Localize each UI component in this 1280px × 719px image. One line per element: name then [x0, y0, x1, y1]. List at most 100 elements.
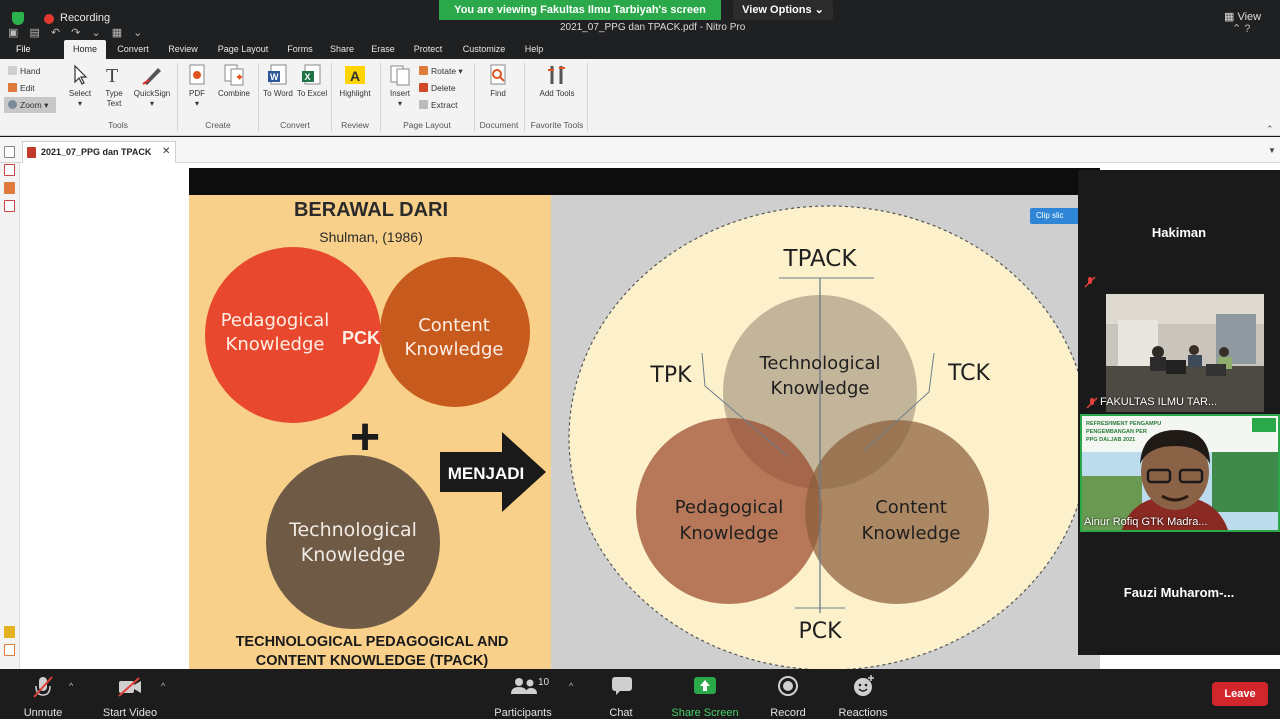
speaker-video-image: REFRESHMENT PENGAMPU PENGEMBANGAN PER PP… — [1082, 416, 1278, 530]
reactions-icon[interactable] — [852, 674, 876, 698]
left-pck-label: PCK — [342, 328, 380, 348]
record-button[interactable]: Record — [764, 707, 812, 719]
left-side-panel — [0, 146, 20, 669]
excel-icon: X — [301, 64, 323, 86]
bookmarks-panel-icon[interactable] — [4, 164, 15, 176]
participants-caret-icon[interactable]: ^ — [569, 681, 573, 691]
rotate-button[interactable]: Rotate ▾ — [419, 66, 463, 77]
left-content-line2: Knowledge — [405, 339, 504, 360]
type-text-button[interactable]: T Type Text — [100, 64, 128, 109]
tab-share[interactable]: Share — [326, 40, 358, 59]
select-label: Select — [68, 89, 92, 98]
rotate-label: Rotate — [431, 66, 457, 76]
video-off-icon[interactable] — [117, 677, 143, 697]
share-screen-icon[interactable] — [693, 676, 717, 696]
share-screen-button[interactable]: Share Screen — [667, 707, 743, 719]
window-controls[interactable]: ⌃ ? — [1232, 22, 1250, 35]
insert-page-icon — [389, 64, 411, 86]
tab-forms[interactable]: Forms — [283, 40, 317, 59]
right-content-line2: Knowledge — [862, 523, 961, 544]
quick-access-toolbar[interactable]: ▣ ▤ ↶ ↷ ⌄ ▦ ⌄ — [8, 26, 146, 39]
ribbon-separator — [380, 63, 381, 131]
view-options-button[interactable]: View Options ⌄ — [733, 0, 833, 20]
chat-button[interactable]: Chat — [601, 707, 641, 719]
classroom-video-image — [1106, 294, 1264, 412]
unmute-button[interactable]: Unmute — [14, 707, 72, 719]
video-tile-active-speaker[interactable]: REFRESHMENT PENGAMPU PENGEMBANGAN PER PP… — [1080, 414, 1280, 532]
participants-icon[interactable] — [510, 677, 538, 695]
tab-page-layout[interactable]: Page Layout — [212, 40, 274, 59]
pages-panel-icon[interactable] — [4, 146, 15, 158]
group-label-convert: Convert — [280, 120, 310, 130]
participants-button[interactable]: Participants — [488, 707, 558, 719]
tab-convert[interactable]: Convert — [112, 40, 154, 59]
delete-button[interactable]: Delete — [419, 83, 456, 93]
svg-text:X: X — [305, 72, 311, 82]
slide-graphics: BERAWAL DARI Shulman, (1986) Pedagogical… — [205, 199, 1090, 669]
highlight-button[interactable]: A Highlight — [335, 64, 375, 99]
attachments-panel-icon[interactable] — [4, 182, 15, 194]
left-pedagogical-line2: Knowledge — [226, 334, 325, 355]
to-excel-button[interactable]: X To Excel — [296, 64, 328, 99]
document-tab[interactable]: 2021_07_PPG dan TPACK — [22, 141, 176, 163]
participant-name-ainur: Ainur Rofiq GTK Madra... — [1084, 516, 1208, 528]
to-word-label: To Word — [263, 89, 293, 98]
security-shield-icon[interactable] — [12, 12, 24, 25]
technological-knowledge-circle — [266, 455, 440, 629]
extract-label: Extract — [431, 100, 458, 110]
tab-help[interactable]: Help — [520, 40, 548, 59]
to-word-button[interactable]: W To Word — [262, 64, 294, 99]
start-video-button[interactable]: Start Video — [96, 707, 164, 719]
select-button[interactable]: Select ▾ — [64, 64, 96, 109]
leave-button[interactable]: Leave — [1212, 682, 1268, 706]
slide-subtitle: Shulman, (1986) — [319, 229, 423, 245]
zoom-icon — [8, 100, 17, 109]
record-icon[interactable] — [777, 675, 799, 697]
chat-icon[interactable] — [611, 676, 633, 696]
tab-protect[interactable]: Protect — [408, 40, 448, 59]
pdf-label: PDF — [189, 89, 205, 98]
delete-icon — [419, 83, 428, 92]
video-options-caret-icon[interactable]: ^ — [161, 681, 165, 691]
security-panel-icon[interactable] — [4, 200, 15, 212]
share-preview-line3: PPG DALJAB 2021 — [1086, 437, 1135, 443]
ribbon-separator — [177, 63, 178, 131]
output-panel-icon[interactable] — [4, 644, 15, 656]
edit-tool[interactable]: Edit — [8, 83, 35, 93]
clip-slide-button[interactable]: Clip slic — [1030, 208, 1080, 224]
group-label-favorite-tools: Favorite Tools — [530, 120, 584, 130]
extract-button[interactable]: Extract — [419, 100, 457, 110]
participant-name-fakultas: FAKULTAS ILMU TAR... — [1100, 396, 1218, 408]
find-icon — [487, 64, 509, 86]
group-label-page-layout: Page Layout — [403, 120, 451, 130]
combine-button[interactable]: Combine — [214, 64, 254, 99]
zoom-tool[interactable]: Zoom ▾ — [4, 97, 56, 113]
insert-button[interactable]: Insert ▾ — [384, 64, 416, 109]
tab-review[interactable]: Review — [163, 40, 203, 59]
pdf-page-slide: BERAWAL DARI Shulman, (1986) Pedagogical… — [189, 168, 1100, 669]
reactions-button[interactable]: Reactions — [834, 707, 892, 719]
comments-panel-icon[interactable] — [4, 626, 15, 638]
tab-erase[interactable]: Erase — [367, 40, 399, 59]
left-content-line1: Content — [418, 315, 490, 336]
ribbon-collapse-icon[interactable]: ⌃ — [1266, 124, 1274, 135]
file-tab[interactable]: File — [16, 40, 31, 59]
extract-icon — [419, 100, 428, 109]
tab-home[interactable]: Home — [64, 40, 106, 59]
video-tile-fakultas[interactable] — [1106, 294, 1264, 412]
video-gallery-panel: Hakiman FAKULTAS ILMU TAR... REFRESHMENT… — [1078, 170, 1280, 655]
ribbon-separator — [258, 63, 259, 131]
quicksign-button[interactable]: QuickSign ▾ — [131, 64, 173, 109]
add-tools-icon — [546, 64, 568, 86]
close-tab-icon[interactable]: ✕ — [162, 146, 170, 157]
hand-tool[interactable]: Hand — [8, 66, 40, 76]
pdf-button[interactable]: PDF ▾ — [182, 64, 212, 109]
find-button[interactable]: Find — [480, 64, 516, 99]
tab-customize[interactable]: Customize — [457, 40, 511, 59]
hand-icon — [8, 66, 17, 75]
right-pedagogical-line2: Knowledge — [680, 523, 779, 544]
add-tools-button[interactable]: Add Tools — [538, 64, 576, 99]
tab-list-dropdown-icon[interactable]: ▼ — [1268, 146, 1276, 155]
audio-options-caret-icon[interactable]: ^ — [69, 681, 73, 691]
muted-microphone-icon[interactable] — [32, 675, 54, 699]
